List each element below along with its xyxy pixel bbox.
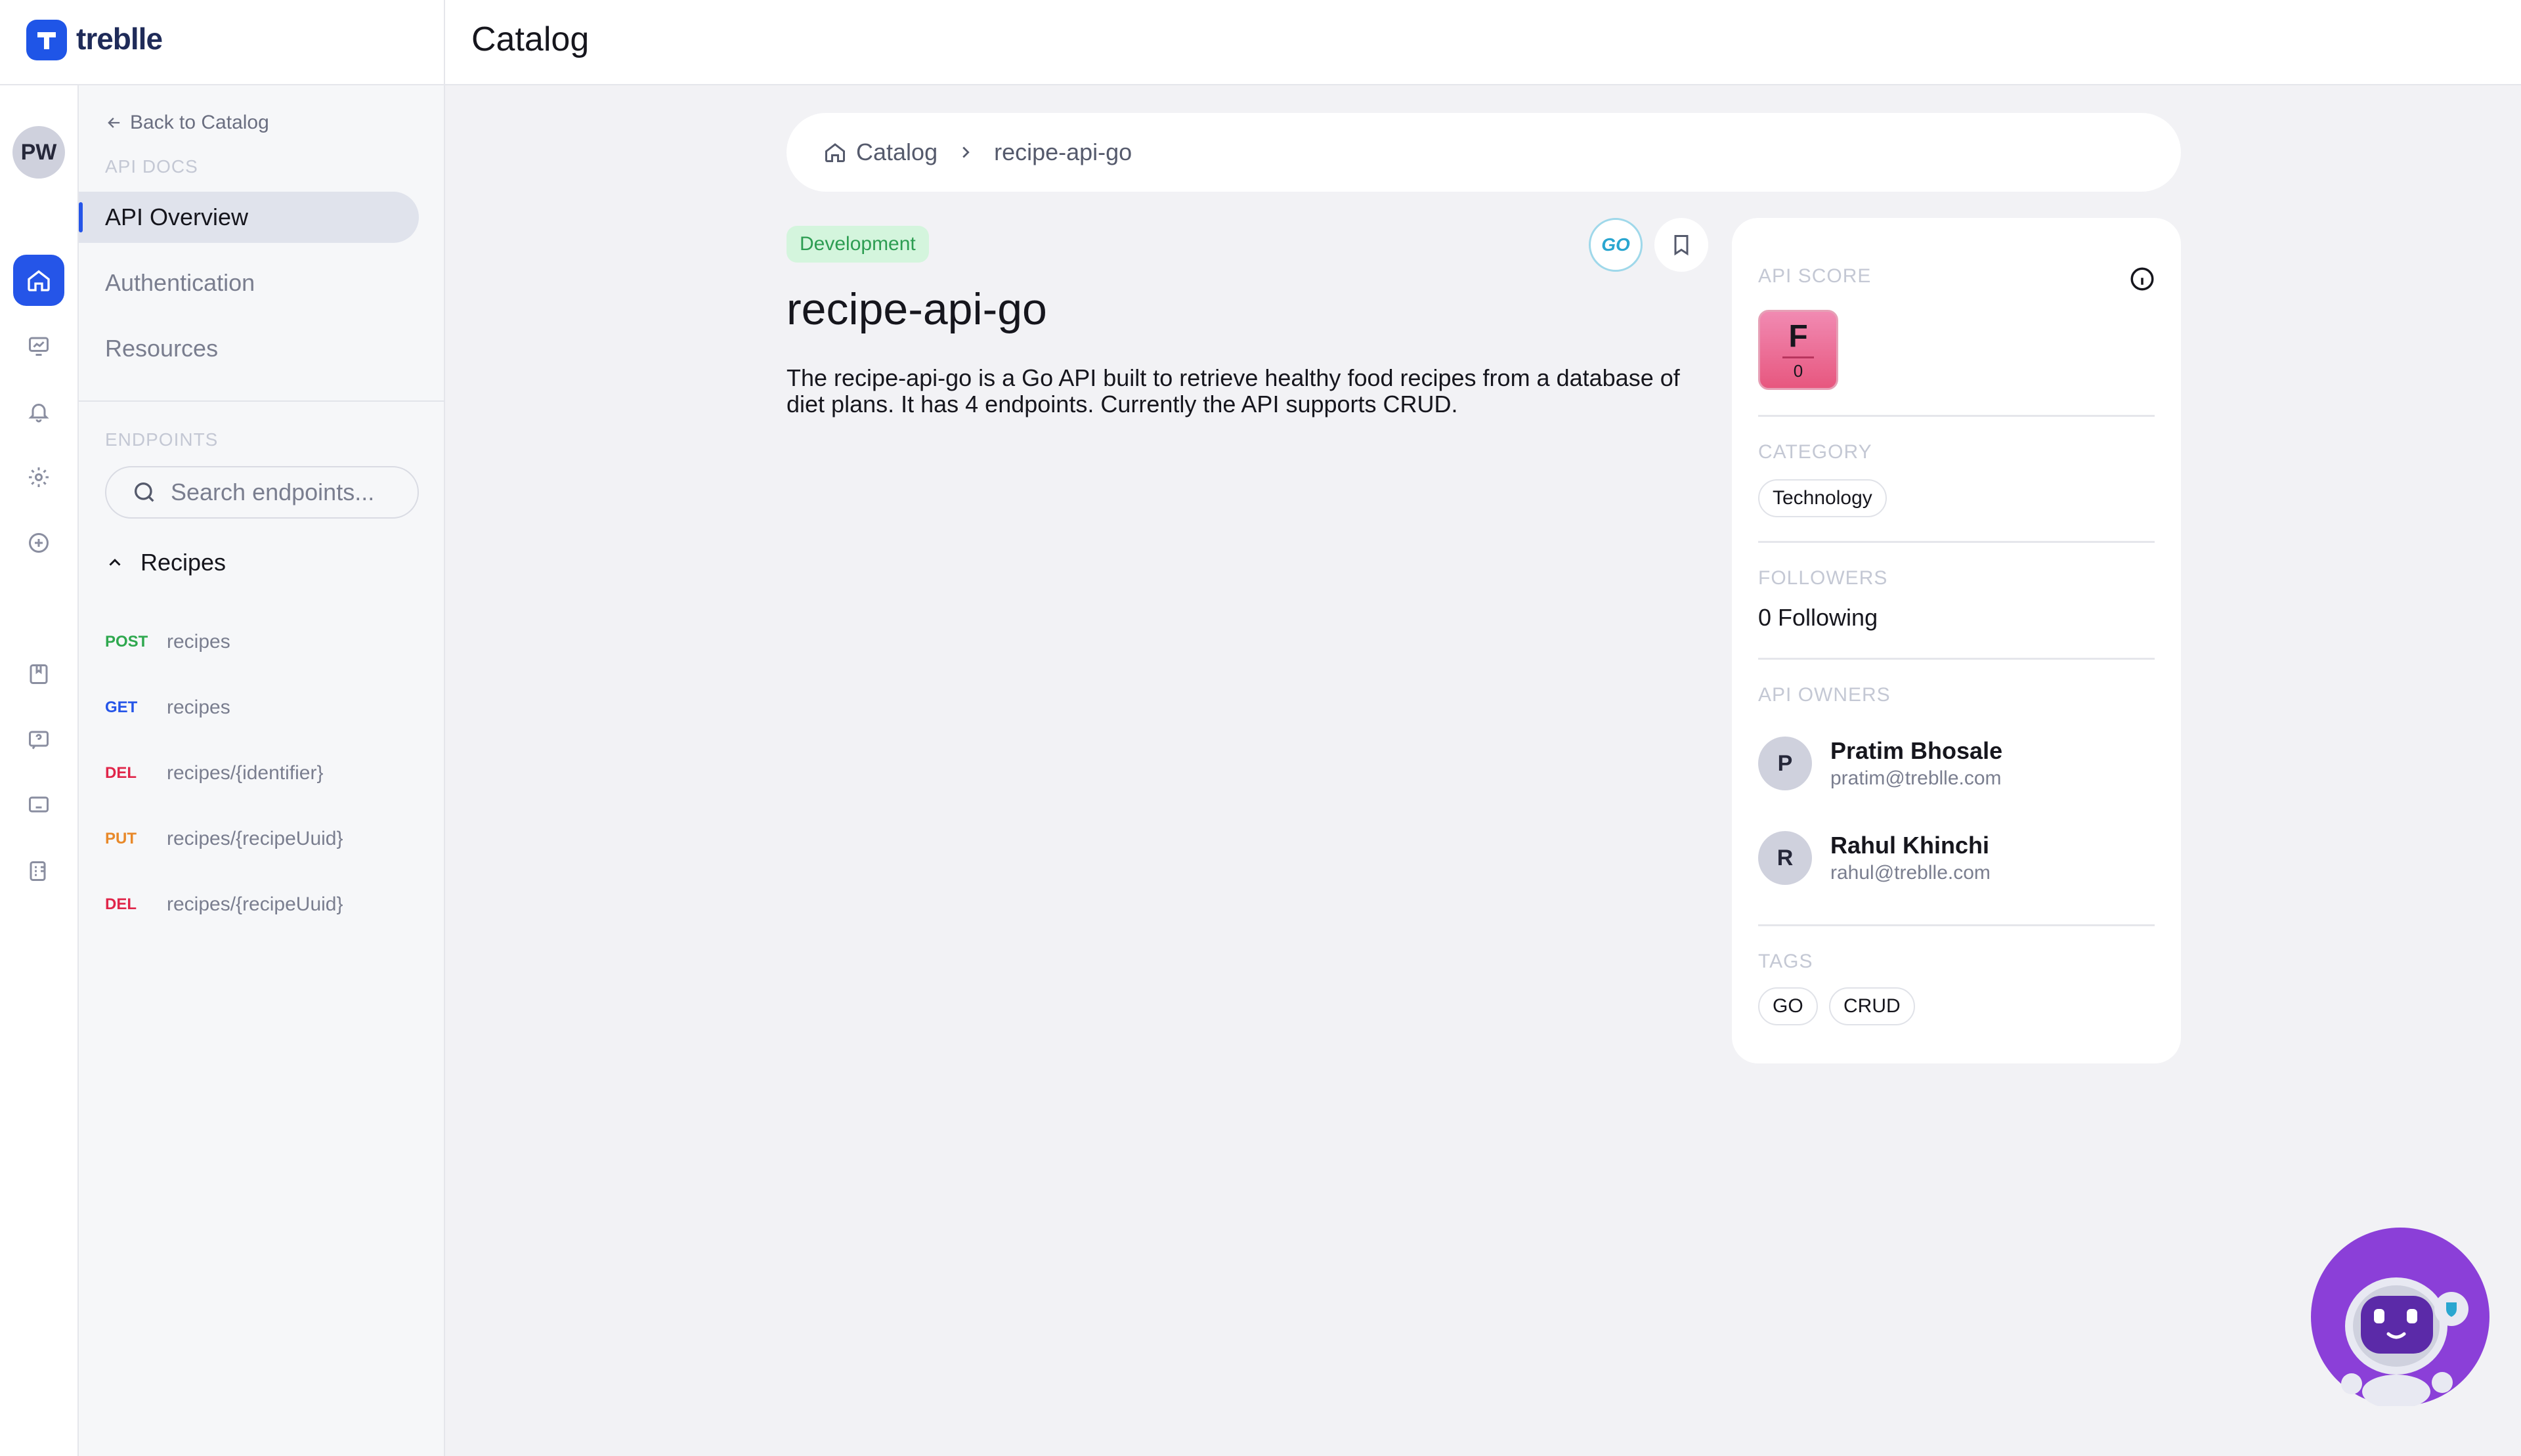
home-icon[interactable] <box>823 140 847 164</box>
breadcrumb: Catalog recipe-api-go <box>786 113 2181 192</box>
endpoints-label: ENDPOINTS <box>105 429 219 450</box>
search-icon <box>135 482 154 502</box>
docs-sidebar: Back to Catalog API DOCS API Overview Au… <box>79 85 445 1456</box>
api-description: The recipe-api-go is a Go API built to r… <box>786 364 1680 418</box>
endpoint-method: POST <box>105 633 148 651</box>
endpoint-item[interactable]: POST recipes <box>105 622 230 662</box>
score-grade: F <box>1788 318 1808 354</box>
treblle-logo-icon[interactable] <box>26 20 67 60</box>
sidebar-divider <box>79 400 445 402</box>
api-docs-label: API DOCS <box>105 156 198 177</box>
app-name[interactable]: treblle <box>76 21 163 56</box>
api-score-badge[interactable]: F 0 <box>1758 310 1838 390</box>
tags-label: TAGS <box>1758 951 1813 972</box>
endpoint-path: recipes/{identifier} <box>167 762 324 784</box>
chevron-up-icon <box>109 559 121 566</box>
api-title: recipe-api-go <box>786 284 1047 334</box>
endpoint-path: recipes <box>167 631 230 653</box>
arrow-left-icon <box>108 118 120 128</box>
endpoint-method: DEL <box>105 895 137 913</box>
category-chip: Technology <box>1758 479 1887 517</box>
endpoint-path: recipes <box>167 696 230 718</box>
home-icon[interactable] <box>13 255 64 306</box>
chat-icon[interactable] <box>13 780 64 831</box>
owner-email: pratim@treblle.com <box>1830 767 2002 789</box>
robot-icon <box>2341 1277 2468 1406</box>
api-score-label: API SCORE <box>1758 265 1872 287</box>
owner-avatar: R <box>1758 831 1812 885</box>
back-to-catalog-link[interactable]: Back to Catalog <box>105 112 269 134</box>
owner-avatar: P <box>1758 737 1812 790</box>
integrations-icon[interactable] <box>13 846 64 897</box>
nav-api-overview[interactable]: API Overview <box>79 192 419 243</box>
help-icon[interactable] <box>13 714 64 765</box>
card-divider <box>1758 658 2155 660</box>
search-input[interactable] <box>171 479 407 506</box>
analytics-icon[interactable] <box>13 320 64 372</box>
owner-item[interactable]: P Pratim Bhosale pratim@treblle.com <box>1758 737 2002 790</box>
bookmark-icon <box>1674 235 1689 256</box>
api-info-card: API SCORE F 0 CATEGORY Technology FOLLOW… <box>1732 218 2181 1063</box>
card-divider <box>1758 924 2155 926</box>
group-label: Recipes <box>140 549 226 576</box>
endpoint-item[interactable]: DEL recipes/{recipeUuid} <box>105 885 343 924</box>
owner-email: rahul@treblle.com <box>1830 862 1991 884</box>
endpoint-method: PUT <box>105 830 137 847</box>
endpoint-group-recipes[interactable]: Recipes <box>105 549 226 576</box>
breadcrumb-current: recipe-api-go <box>994 139 1132 165</box>
endpoint-item[interactable]: GET recipes <box>105 688 230 727</box>
status-badge: Development <box>786 226 929 263</box>
go-language-icon: GO <box>1589 218 1643 272</box>
owner-item[interactable]: R Rahul Khinchi rahul@treblle.com <box>1758 831 1991 885</box>
info-icon[interactable] <box>2128 265 2156 293</box>
user-avatar[interactable]: PW <box>12 126 65 179</box>
bookmark-button[interactable] <box>1654 218 1708 272</box>
followers-label: FOLLOWERS <box>1758 567 1888 589</box>
chevron-right-icon <box>962 146 970 158</box>
add-circle-icon[interactable] <box>13 517 64 568</box>
breadcrumb-root[interactable]: Catalog <box>856 139 937 166</box>
category-label: CATEGORY <box>1758 441 1872 463</box>
owner-name: Pratim Bhosale <box>1830 737 2003 764</box>
card-divider <box>1758 415 2155 417</box>
assistant-bot-button[interactable] <box>2311 1228 2489 1406</box>
endpoint-item[interactable]: DEL recipes/{identifier} <box>105 754 323 793</box>
endpoint-search[interactable] <box>105 466 419 519</box>
followers-value: 0 Following <box>1758 604 1878 631</box>
docs-icon[interactable] <box>13 649 64 700</box>
endpoint-path: recipes/{recipeUuid} <box>167 828 343 849</box>
endpoint-path: recipes/{recipeUuid} <box>167 893 343 915</box>
bell-icon[interactable] <box>13 386 64 437</box>
back-label: Back to Catalog <box>130 112 269 133</box>
endpoint-method: GET <box>105 698 138 716</box>
score-value: 0 <box>1793 360 1803 381</box>
top-bar: Catalog <box>445 0 2521 85</box>
page-title: Catalog <box>471 20 590 58</box>
tag-chip[interactable]: CRUD <box>1829 987 1915 1025</box>
api-owners-label: API OWNERS <box>1758 684 1891 706</box>
icon-rail: PW <box>0 85 79 1456</box>
endpoint-item[interactable]: PUT recipes/{recipeUuid} <box>105 819 343 859</box>
nav-resources[interactable]: Resources <box>79 323 419 374</box>
owner-name: Rahul Khinchi <box>1830 832 1989 859</box>
logo-area: treblle <box>0 0 445 85</box>
endpoint-method: DEL <box>105 764 137 782</box>
nav-authentication[interactable]: Authentication <box>79 257 419 309</box>
go-icon-text: GO <box>1601 234 1630 255</box>
gear-icon[interactable] <box>13 452 64 503</box>
tag-chip[interactable]: GO <box>1758 987 1818 1025</box>
card-divider <box>1758 541 2155 543</box>
score-divider <box>1782 356 1814 358</box>
